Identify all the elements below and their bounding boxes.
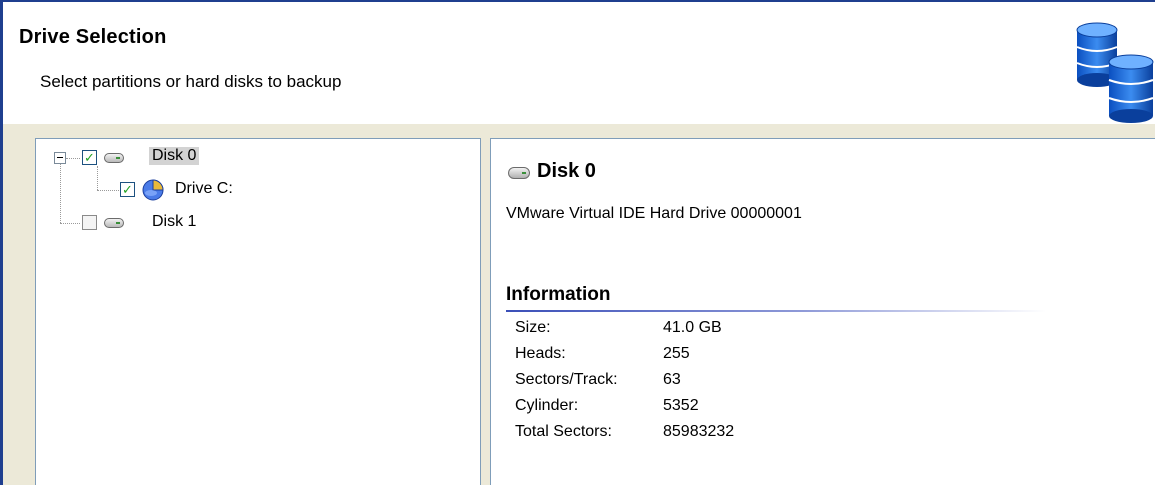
info-value: 63 [663,371,681,388]
hard-disk-icon [104,153,124,163]
tree-item-disk-1[interactable]: Disk 1 [152,213,196,231]
details-title: Disk 0 [537,160,596,182]
tree-connector [97,190,119,191]
info-label: Total Sectors: [515,423,612,440]
tree-connector [97,166,98,190]
section-divider [506,310,1046,312]
collapse-toggle-icon[interactable] [54,152,66,164]
tree-connector [60,164,61,223]
info-label: Size: [515,319,551,336]
tree-item-disk-0[interactable]: Disk 0 [149,147,200,165]
info-value: 5352 [663,397,699,414]
database-icon [1076,22,1154,123]
info-value: 255 [663,345,690,362]
partition-icon [142,179,164,201]
wizard-header: Drive Selection Select partitions or har… [3,2,1155,124]
info-value: 85983232 [663,423,735,440]
info-value: 41.0 GB [663,319,722,336]
tree-connector [66,158,80,159]
information-heading: Information [506,284,611,305]
info-label: Heads: [515,345,566,362]
drive-c-checkbox[interactable]: ✓ [120,182,135,197]
hard-disk-icon [508,167,530,179]
page-subtitle: Select partitions or hard disks to backu… [40,72,342,91]
disk-1-checkbox[interactable] [82,215,97,230]
tree-item-drive-c[interactable]: Drive C: [175,180,233,198]
disk-0-checkbox[interactable]: ✓ [82,150,97,165]
page-title: Drive Selection [19,26,167,48]
details-description: VMware Virtual IDE Hard Drive 00000001 [506,205,802,222]
tree-connector [60,223,80,224]
hard-disk-icon [104,218,124,228]
info-label: Cylinder: [515,397,579,414]
info-label: Sectors/Track: [515,371,618,388]
